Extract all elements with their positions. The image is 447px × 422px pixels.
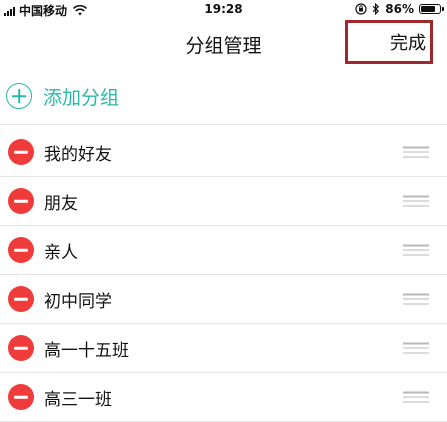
battery-percent: 86% bbox=[385, 2, 414, 16]
delete-group-icon[interactable] bbox=[8, 237, 34, 263]
group-list: 我的好友 朋友 亲人 初中同学 高一十五班 高三一班 bbox=[0, 128, 447, 422]
group-name: 朋友 bbox=[44, 193, 78, 214]
status-right: 86% bbox=[355, 2, 444, 16]
drag-handle-icon[interactable] bbox=[403, 244, 429, 256]
group-row: 朋友 bbox=[0, 177, 447, 226]
status-bar: 中国移动 19:28 86% bbox=[0, 0, 447, 18]
drag-handle-icon[interactable] bbox=[403, 293, 429, 305]
drag-handle-icon[interactable] bbox=[403, 146, 429, 158]
delete-group-icon[interactable] bbox=[8, 286, 34, 312]
group-row: 高一十五班 bbox=[0, 324, 447, 373]
drag-handle-icon[interactable] bbox=[403, 195, 429, 207]
delete-group-icon[interactable] bbox=[8, 335, 34, 361]
group-name: 高一十五班 bbox=[44, 340, 129, 361]
group-row: 高三一班 bbox=[0, 373, 447, 422]
add-group-label: 添加分组 bbox=[43, 86, 120, 109]
group-row: 我的好友 bbox=[0, 128, 447, 177]
done-button[interactable]: 完成 bbox=[345, 20, 433, 64]
navigation-bar: 分组管理 完成 bbox=[0, 18, 447, 68]
group-name: 亲人 bbox=[44, 242, 78, 263]
bluetooth-icon bbox=[372, 3, 380, 15]
delete-group-icon[interactable] bbox=[8, 188, 34, 214]
delete-group-icon[interactable] bbox=[8, 384, 34, 410]
add-group-button[interactable]: 添加分组 bbox=[0, 68, 447, 125]
group-row: 亲人 bbox=[0, 226, 447, 275]
drag-handle-icon[interactable] bbox=[403, 391, 429, 403]
group-row: 初中同学 bbox=[0, 275, 447, 324]
drag-handle-icon[interactable] bbox=[403, 342, 429, 354]
group-name: 初中同学 bbox=[44, 291, 112, 312]
group-name: 高三一班 bbox=[44, 389, 112, 410]
group-name: 我的好友 bbox=[44, 144, 112, 165]
plus-circle-icon bbox=[6, 83, 32, 109]
battery-icon bbox=[419, 4, 444, 14]
battery-level bbox=[421, 6, 435, 12]
orientation-lock-icon bbox=[355, 3, 367, 15]
delete-group-icon[interactable] bbox=[8, 139, 34, 165]
